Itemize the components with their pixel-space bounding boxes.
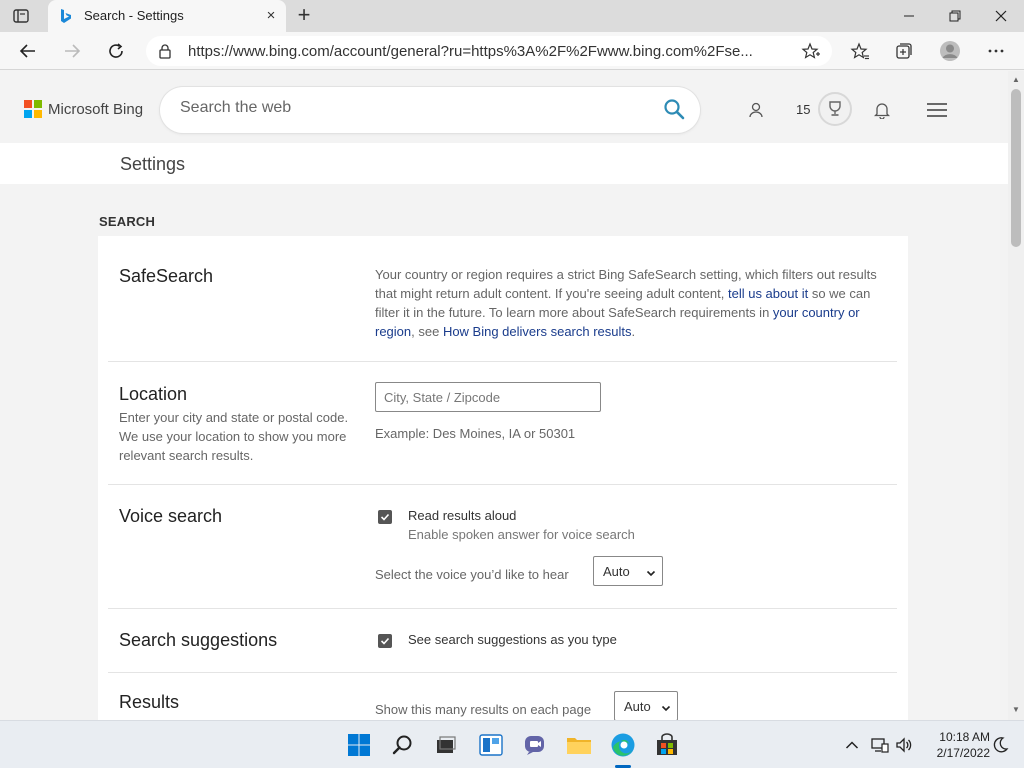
search-suggestions-row: Search suggestions See search suggestion… — [108, 609, 897, 673]
logo-text: Microsoft Bing — [48, 100, 144, 118]
search-input[interactable] — [180, 99, 650, 117]
collections-icon[interactable] — [892, 39, 916, 63]
search-box[interactable] — [160, 87, 700, 133]
safesearch-text-4: . — [631, 324, 636, 339]
safesearch-description: Your country or region requires a strict… — [375, 265, 890, 341]
safesearch-title: SafeSearch — [119, 266, 214, 286]
widgets-icon[interactable] — [477, 731, 505, 759]
results-title: Results — [119, 692, 180, 712]
location-row: Location Enter your city and state or po… — [108, 362, 897, 485]
add-favorite-icon[interactable] — [801, 42, 821, 60]
volume-icon[interactable] — [890, 731, 918, 759]
results-select-value: Auto — [624, 698, 651, 714]
microsoft-logo-icon — [24, 100, 42, 118]
tab-actions-icon[interactable] — [10, 6, 32, 26]
location-description: Enter your city and state or postal code… — [119, 410, 349, 463]
page-scrollbar[interactable]: ▲ ▼ — [1008, 71, 1024, 720]
browser-toolbar: https://www.bing.com/account/general?ru=… — [0, 32, 1024, 70]
notifications-bell-icon[interactable] — [870, 98, 894, 122]
bing-header: Microsoft Bing 15 — [0, 71, 1008, 143]
system-clock[interactable]: 10:18 AM 2/17/2022 — [922, 729, 990, 761]
rewards-trophy-icon[interactable] — [818, 92, 852, 126]
address-bar[interactable]: https://www.bing.com/account/general?ru=… — [146, 36, 832, 66]
location-title: Location — [119, 384, 188, 404]
new-tab-button[interactable]: + — [292, 4, 316, 28]
tab-title: Search - Settings — [84, 8, 184, 23]
more-menu-icon[interactable] — [984, 39, 1008, 63]
scrollbar-thumb[interactable] — [1011, 89, 1021, 247]
suggestions-label[interactable]: See search suggestions as you type — [408, 632, 617, 647]
url-text[interactable]: https://www.bing.com/account/general?ru=… — [188, 43, 788, 60]
restore-button[interactable] — [932, 0, 978, 32]
suggestions-checkbox[interactable] — [378, 634, 392, 648]
browser-tab[interactable]: Search - Settings × — [48, 0, 286, 32]
results-prompt: Show this many results on each page — [375, 702, 592, 717]
clock-date: 2/17/2022 — [936, 746, 990, 760]
edge-browser-icon[interactable] — [609, 731, 637, 759]
location-example: Example: Des Moines, IA or 50301 — [375, 426, 576, 441]
page-title: Settings — [120, 154, 186, 174]
voice-select-value: Auto — [603, 563, 630, 579]
scroll-down-icon[interactable]: ▼ — [1012, 705, 1020, 714]
hamburger-menu-icon[interactable] — [925, 98, 949, 122]
voice-search-row: Voice search Read results aloud Enable s… — [108, 485, 897, 609]
forward-button[interactable] — [58, 38, 86, 64]
teams-chat-icon[interactable] — [521, 731, 549, 759]
back-button[interactable] — [14, 38, 42, 64]
results-row: Results Show this many results on each p… — [108, 673, 897, 720]
page-content: Microsoft Bing 15 Settings SEARCH SafeSe… — [0, 71, 1008, 720]
tab-close-button[interactable]: × — [262, 7, 280, 25]
scroll-up-icon[interactable]: ▲ — [1012, 75, 1020, 84]
settings-card: SafeSearch Your country or region requir… — [98, 236, 908, 720]
taskbar: 10:18 AM 2/17/2022 — [0, 720, 1024, 768]
settings-title-bar: Settings — [0, 143, 1008, 184]
how-bing-delivers-link[interactable]: How Bing delivers search results — [443, 324, 632, 339]
bing-logo[interactable]: Microsoft Bing — [24, 100, 143, 118]
refresh-button[interactable] — [102, 38, 130, 64]
chevron-down-icon — [646, 566, 656, 577]
chevron-down-icon — [661, 701, 671, 712]
rewards-count[interactable]: 15 — [796, 102, 810, 117]
location-input[interactable] — [375, 382, 601, 412]
bing-favicon-icon — [59, 8, 73, 24]
task-view-icon[interactable] — [432, 731, 460, 759]
tell-us-link[interactable]: tell us about it — [728, 286, 808, 301]
search-icon[interactable] — [663, 98, 687, 122]
taskbar-search-icon[interactable] — [389, 731, 417, 759]
profile-avatar[interactable] — [938, 39, 962, 63]
read-aloud-sublabel: Enable spoken answer for voice search — [408, 527, 635, 542]
voice-select-prompt: Select the voice you’d like to hear — [375, 567, 569, 582]
favorites-icon[interactable] — [848, 39, 872, 63]
read-aloud-checkbox[interactable] — [378, 510, 392, 524]
start-windows-icon[interactable] — [345, 731, 373, 759]
read-aloud-label[interactable]: Read results aloud — [408, 508, 516, 523]
microsoft-store-icon[interactable] — [653, 731, 681, 759]
safesearch-row: SafeSearch Your country or region requir… — [108, 236, 897, 362]
sign-in-icon[interactable] — [744, 98, 768, 122]
clock-time: 10:18 AM — [939, 730, 990, 744]
lock-icon[interactable] — [158, 43, 172, 59]
results-count-select[interactable]: Auto — [614, 691, 678, 720]
show-hidden-icons-chevron-up-icon[interactable] — [838, 731, 866, 759]
focus-assist-moon-icon[interactable] — [986, 731, 1014, 759]
voice-select[interactable]: Auto — [593, 556, 663, 586]
tab-bar: Search - Settings × + — [0, 0, 1024, 32]
section-label: SEARCH — [99, 214, 156, 229]
file-explorer-icon[interactable] — [565, 731, 593, 759]
minimize-button[interactable] — [886, 0, 932, 32]
safesearch-text-3: , see — [411, 324, 443, 339]
close-window-button[interactable] — [978, 0, 1024, 32]
search-suggestions-title: Search suggestions — [119, 630, 278, 650]
voice-search-title: Voice search — [119, 506, 223, 526]
